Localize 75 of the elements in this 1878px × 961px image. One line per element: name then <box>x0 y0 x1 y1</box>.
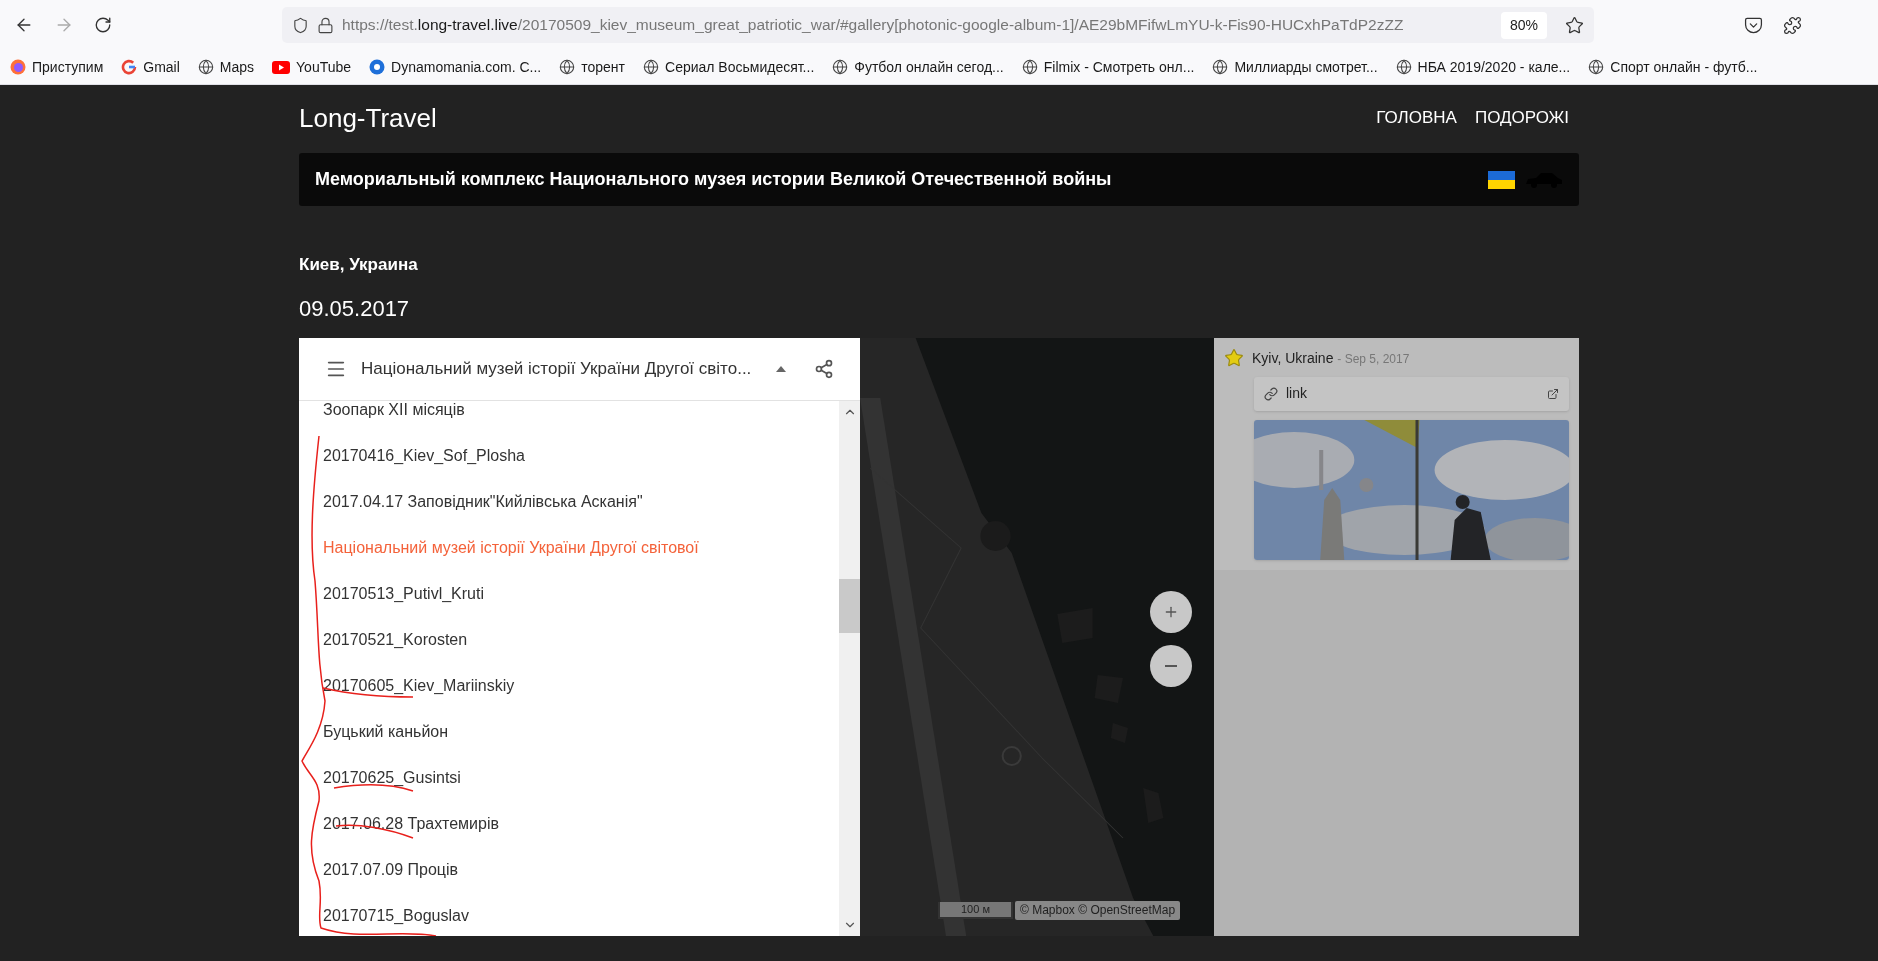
bookmark-label: YouTube <box>296 57 352 77</box>
minus-icon <box>1165 664 1177 667</box>
bookmark-label: Миллиарды смотрет... <box>1234 57 1378 77</box>
bookmark-item[interactable]: Filmix - Смотреть онл... <box>1021 56 1195 78</box>
bookmark-item[interactable]: Миллиарды смотрет... <box>1212 56 1378 78</box>
globe-icon <box>1212 59 1229 75</box>
album-item[interactable]: 2017.06.28 Трахтемирів <box>323 811 499 836</box>
album-title: Національний музей історії України Другої світо... <box>361 357 753 380</box>
album-item[interactable]: Буцький каньйон <box>323 719 449 744</box>
bookmark-label: Filmix - Смотреть онл... <box>1043 57 1195 77</box>
youtube-icon <box>272 60 291 74</box>
caret-icon[interactable] <box>776 365 786 372</box>
firefox-icon <box>10 59 26 75</box>
flag-icon <box>1488 170 1515 189</box>
share-icon[interactable] <box>814 358 834 379</box>
bookmark-item[interactable]: торент <box>559 56 625 78</box>
star-icon[interactable] <box>1224 348 1244 368</box>
bookmark-item[interactable]: Футбол онлайн сегод... <box>832 56 1004 78</box>
album-item[interactable]: 20170625_Gusintsi <box>323 765 461 790</box>
bookmark-label: Спорт онлайн - футб... <box>1610 57 1758 77</box>
globe-icon <box>197 59 214 75</box>
bookmark-label: Gmail <box>143 57 180 77</box>
globe-icon <box>1395 59 1412 75</box>
bookmark-item[interactable]: YouTube <box>272 56 352 78</box>
address-bar[interactable]: https://test.long-travel.live/20170509_kiev_museum_great_patriotic_war/#gallery[photonic-google-album-1]/AE29bMFifwLmYU-k-Fis90-HUCxhPaTdP2zZZ 80% <box>282 7 1594 43</box>
lock-icon[interactable] <box>317 16 334 34</box>
bookmark-item[interactable]: Maps <box>197 56 255 78</box>
bookmark-label: Сериал Восьмидесят... <box>665 57 815 77</box>
bookmark-label: НБА 2019/2020 - кале... <box>1417 57 1571 77</box>
extensions-icon[interactable] <box>1783 15 1802 35</box>
album-item[interactable]: 20170416_Kiev_Sof_Plosha <box>323 443 525 468</box>
zoom-level[interactable]: 80% <box>1500 11 1547 39</box>
bookmark-item[interactable]: Приступим <box>10 56 104 78</box>
album-item[interactable]: Зоопарк XII місяців <box>323 400 465 422</box>
location-text: Киев, Украина <box>299 254 419 276</box>
external-link-icon[interactable] <box>1547 387 1559 400</box>
link-icon <box>1264 386 1278 401</box>
album-item[interactable]: 2017.07.09 Проців <box>323 857 459 882</box>
bookmark-label: Dynamomania.com. C... <box>391 57 542 77</box>
bookmark-item[interactable]: Gmail <box>121 56 180 78</box>
url-text: https://test.long-travel.live/20170509_kiev_museum_great_patriotic_war/#gallery[photonic-google-album-1]/AE29bMFifwLmYU-k-Fis90-HUCxhPaTdP2zZZ <box>342 15 1405 36</box>
scroll-thumb[interactable] <box>839 578 860 633</box>
page-title: Мемориальный комплекс Национального музея истории Великой Отечественной войны <box>315 168 1113 191</box>
bookmark-label: торент <box>581 57 625 77</box>
globe-icon <box>832 59 849 75</box>
bookmark-item[interactable]: НБА 2019/2020 - кале... <box>1395 56 1571 78</box>
globe-icon <box>559 59 576 75</box>
album-item[interactable]: 20170715_Boguslav <box>323 903 469 928</box>
album-item[interactable]: 2017.04.17 Заповідник"Кийлівська Асканія" <box>323 489 643 514</box>
bookmark-label: Футбол онлайн сегод... <box>854 57 1004 77</box>
bookmark-star-icon[interactable] <box>1565 15 1584 35</box>
bookmark-item[interactable]: Спорт онлайн - футб... <box>1588 56 1758 78</box>
scrollbar[interactable] <box>839 400 860 936</box>
album-item[interactable]: 20170513_Putivl_Kruti <box>323 581 484 606</box>
album-item[interactable]: 20170605_Kiev_Mariinskiy <box>323 673 515 698</box>
globe-icon <box>1021 59 1038 75</box>
nav-link[interactable]: ГОЛОВНА <box>1376 105 1457 131</box>
reload-icon[interactable] <box>94 16 112 34</box>
bookmark-item[interactable]: Dynamomania.com. C... <box>369 56 542 78</box>
pocket-icon[interactable] <box>1744 15 1763 35</box>
album-item[interactable]: 20170521_Korosten <box>323 627 468 652</box>
site-logo[interactable]: Long-Travel <box>299 98 437 138</box>
place-name: Kyiv, Ukraine - Sep 5, 2017 <box>1252 348 1410 368</box>
nav-link[interactable]: ПОДОРОЖІ <box>1474 105 1569 131</box>
link-label: link <box>1286 384 1308 403</box>
globe-icon <box>643 59 659 75</box>
globe-icon <box>1588 59 1605 75</box>
date-text: 09.05.2017 <box>299 294 411 323</box>
google-icon <box>121 59 138 75</box>
shield-icon[interactable] <box>292 16 309 34</box>
ball-icon <box>369 59 386 75</box>
link-card[interactable]: link <box>1254 376 1569 411</box>
bookmark-label: Приступим <box>32 57 104 77</box>
bookmark-label: Maps <box>219 57 255 77</box>
bookmark-item[interactable]: Сериал Восьмидесят... <box>643 56 815 78</box>
